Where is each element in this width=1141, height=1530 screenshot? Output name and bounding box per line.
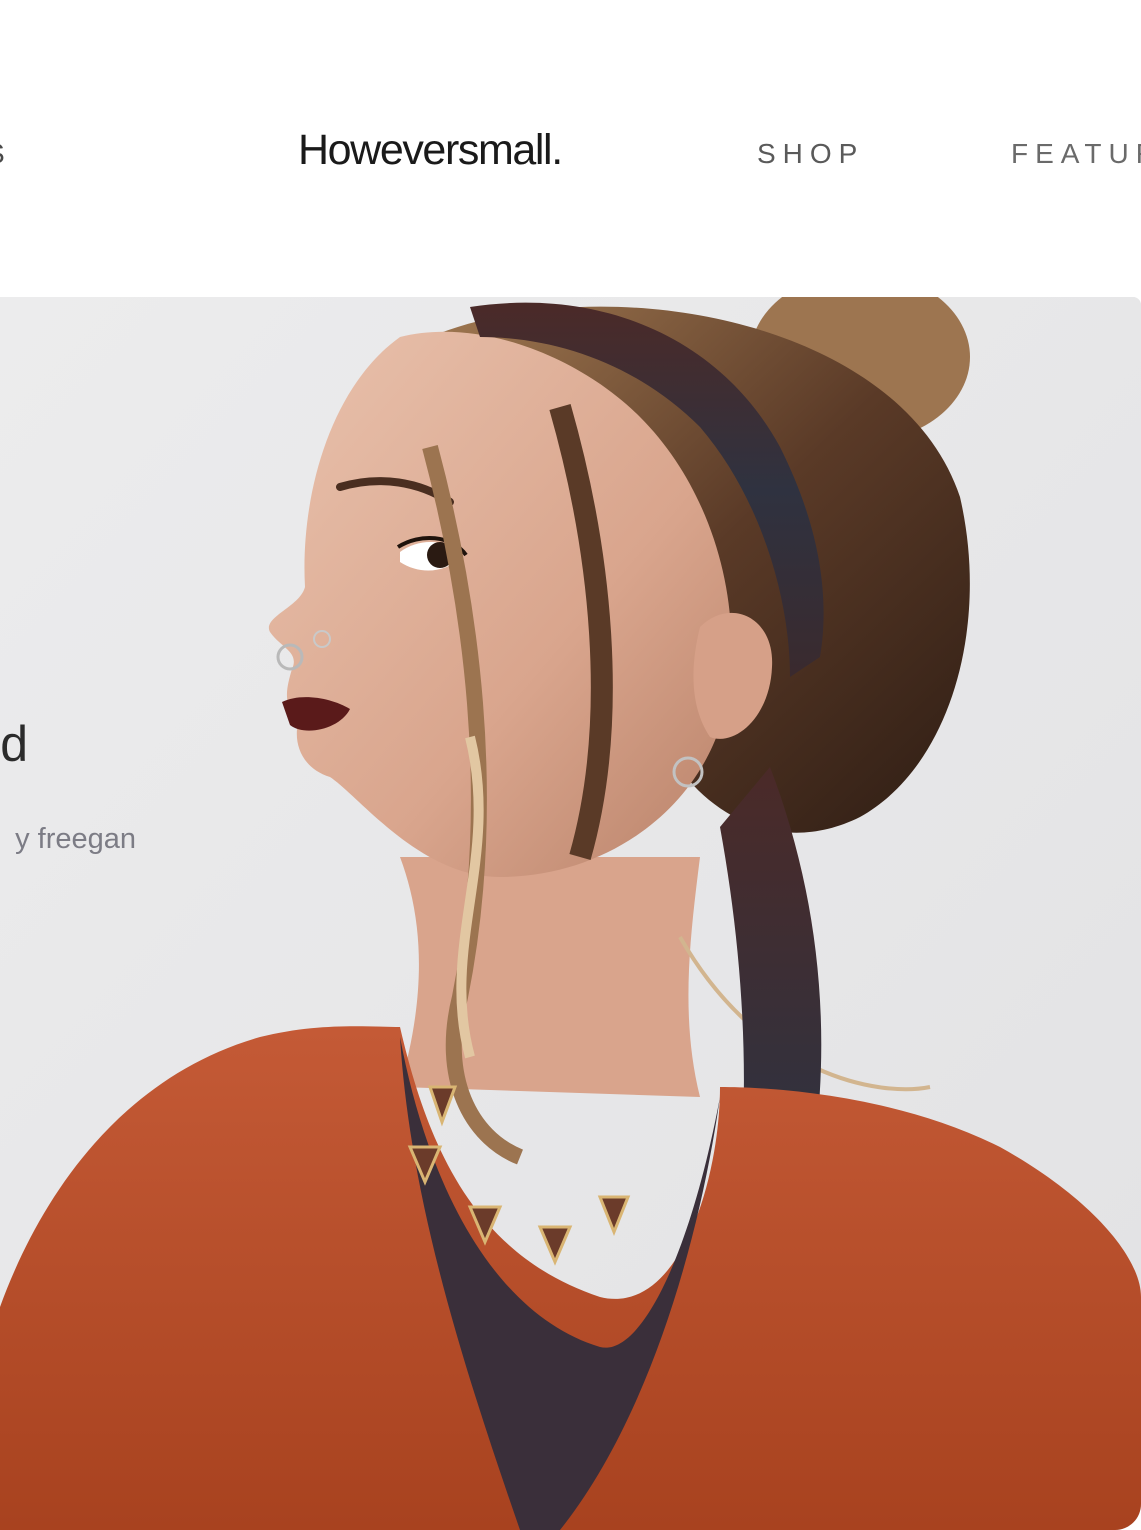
- nav-link-shop[interactable]: SHOP: [757, 138, 864, 170]
- hero-heading: d.: [0, 716, 28, 772]
- nav-link-left[interactable]: S: [0, 138, 11, 170]
- hero-banner: d. y freegan: [0, 297, 1141, 1530]
- hero-subtext: y freegan: [15, 823, 136, 855]
- nav-link-features[interactable]: FEATUR: [1011, 138, 1141, 170]
- site-logo[interactable]: Howeversmall.: [298, 126, 563, 175]
- page: S Howeversmall. SHOP FEATUR: [0, 0, 1141, 1530]
- hero-photo: [0, 297, 1141, 1530]
- site-header: S Howeversmall. SHOP FEATUR: [0, 0, 1141, 297]
